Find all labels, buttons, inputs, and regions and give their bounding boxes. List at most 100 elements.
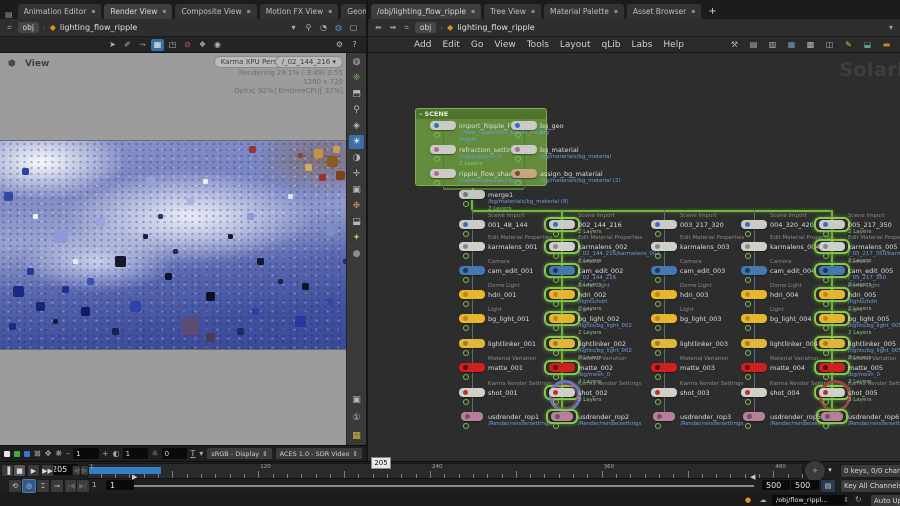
gamma-field[interactable]: 0 — [162, 448, 188, 459]
handles-tool-icon[interactable]: ✐ — [121, 39, 134, 51]
node-name-label[interactable]: usdrender_rop5 — [770, 413, 821, 421]
node-hdri_001[interactable] — [459, 290, 485, 299]
node-name-label[interactable]: shot_001 — [488, 389, 518, 397]
node-lightlinker_005[interactable] — [819, 339, 845, 348]
node-name-label[interactable]: bg_geo — [540, 122, 564, 130]
node-lightlinker_001[interactable] — [459, 339, 485, 348]
node-lightlinker_003[interactable] — [651, 339, 677, 348]
sim-cache-icon[interactable]: ⊸ — [50, 479, 64, 493]
node-name-label[interactable]: lightlinker_005 — [848, 340, 896, 348]
node-name-label[interactable]: matte_003 — [680, 364, 715, 372]
node-name-label[interactable]: hdri_005 — [848, 291, 876, 299]
network-pane-tab[interactable]: Tree View▪ — [484, 4, 541, 19]
menu-layout[interactable]: Layout — [560, 40, 591, 50]
node-hdri_002[interactable] — [549, 290, 575, 299]
pan-hand-icon[interactable]: ✥ — [45, 449, 52, 458]
node-name-label[interactable]: matte_001 — [488, 364, 523, 372]
lut-dropdown-arrow[interactable]: ▾ — [199, 449, 203, 458]
node-name-label[interactable]: cam_edit_004 — [770, 267, 815, 275]
layout-split-icon[interactable]: ▩ — [804, 39, 817, 51]
node-usdrender_rop1[interactable] — [461, 412, 483, 421]
node-name-label[interactable]: usdrender_rop2 — [578, 413, 629, 421]
node-name-label[interactable]: matte_005 — [848, 364, 883, 372]
play-end-button[interactable]: ▶▶ — [41, 464, 54, 477]
node-usdrender_rop2[interactable] — [551, 412, 573, 421]
node-name-label[interactable]: karmalens_005 — [848, 243, 897, 251]
tab-close-icon[interactable]: ▪ — [691, 8, 695, 15]
node-004_320_420[interactable] — [741, 220, 767, 229]
checker-background-icon[interactable]: ⊠ — [34, 449, 41, 458]
node-cam_edit_003[interactable] — [651, 266, 677, 275]
select-tool-icon[interactable]: ➤ — [106, 39, 119, 51]
node-usdrender_rop6[interactable] — [821, 412, 843, 421]
pin-view-icon[interactable]: ⚲ — [349, 103, 364, 117]
render-disable-icon[interactable]: ⊘ — [181, 39, 194, 51]
persp-view-icon[interactable]: ◍ — [349, 55, 364, 69]
node-refraction_setting[interactable] — [430, 145, 456, 154]
node-name-label[interactable]: cam_edit_001 — [488, 267, 533, 275]
left-pane-tab[interactable]: Animation Editor▪ — [18, 4, 102, 19]
node-name-label[interactable]: 004_320_420 — [770, 221, 814, 229]
colorspace-dropdown[interactable]: sRGB - Display⇕ — [207, 448, 271, 459]
contrast-field[interactable]: 1 — [123, 448, 149, 459]
network-pane-tab[interactable]: Asset Browser▪ — [627, 4, 701, 19]
color-correction-icon[interactable]: ❉ — [349, 199, 364, 213]
menu-view[interactable]: View — [494, 40, 515, 50]
node-name-label[interactable]: hdri_004 — [770, 291, 798, 299]
node-matte_004[interactable] — [741, 363, 767, 372]
image-view-icon[interactable]: ⬓ — [861, 39, 874, 51]
tab-close-icon[interactable]: ▪ — [162, 8, 166, 15]
parameters-icon[interactable]: ▥ — [766, 39, 779, 51]
path-root-chip[interactable]: obj — [415, 22, 436, 33]
range-slider-right-handle[interactable]: ◀ — [750, 473, 755, 481]
key-all-channels-button[interactable]: Key All Channels — [840, 479, 900, 493]
node-name-label[interactable]: hdri_003 — [680, 291, 708, 299]
snapshot-gear-icon[interactable]: ❋ — [55, 449, 62, 458]
node-name-label[interactable]: cam_edit_002 — [578, 267, 623, 275]
keys-summary-button[interactable]: 0 keys, 0/0 channels — [840, 464, 900, 478]
path-root-chip[interactable]: obj — [18, 22, 39, 33]
show-handles-icon[interactable]: ✛ — [349, 167, 364, 181]
node-ripple_flow_shader[interactable] — [430, 169, 456, 178]
snapshot-icon[interactable]: ❈ — [349, 71, 364, 85]
node-merge1[interactable] — [459, 190, 485, 199]
node-005_217_350[interactable] — [819, 220, 845, 229]
node-cam_edit_004[interactable] — [741, 266, 767, 275]
node-name-label[interactable]: shot_004 — [770, 389, 800, 397]
menu-qlib[interactable]: qLib — [602, 40, 621, 50]
node-name-label[interactable]: usdrender_rop1 — [488, 413, 539, 421]
current-node-name[interactable]: lighting_flow_ripple — [60, 23, 137, 32]
customize-tools-icon[interactable]: ⚒ — [728, 39, 741, 51]
left-pane-tab[interactable]: Motion FX View▪ — [260, 4, 339, 19]
audio-options-icon[interactable]: ⌶ — [36, 479, 50, 493]
help-icon[interactable]: ? — [348, 39, 361, 51]
lop-network-selector[interactable]: /obj/flow_rippl... — [772, 495, 846, 505]
node-lightlinker_004[interactable] — [741, 339, 767, 348]
node-matte_001[interactable] — [459, 363, 485, 372]
path-dropdown-icon[interactable]: ▾ — [287, 22, 300, 34]
node-002_144_216[interactable] — [549, 220, 575, 229]
lop-selector-spinner[interactable]: ⇕ — [843, 496, 849, 504]
render-region-icon[interactable]: ◉ — [211, 39, 224, 51]
node-name-label[interactable]: merge1 — [488, 191, 513, 199]
tab-close-icon[interactable]: ▪ — [328, 8, 332, 15]
node-name-label[interactable]: lightlinker_001 — [488, 340, 536, 348]
node-karmalens_002[interactable] — [549, 242, 575, 251]
node-name-label[interactable]: karmalens_002 — [578, 243, 627, 251]
floating-pane-icon[interactable]: ▢ — [347, 22, 360, 34]
menu-edit[interactable]: Edit — [442, 40, 459, 50]
memory-icon[interactable]: ☁ — [757, 495, 769, 505]
scoped-channels-icon[interactable]: ▤ — [820, 479, 836, 493]
mplay-flipbook-icon[interactable]: ❖ — [196, 39, 209, 51]
snapshot-frame-icon[interactable]: ▣ — [349, 393, 364, 407]
tab-close-icon[interactable]: ▪ — [614, 8, 618, 15]
node-cam_edit_005[interactable] — [819, 266, 845, 275]
forward-button[interactable]: ➡ — [388, 23, 399, 32]
gnomon-icon[interactable]: ◈ — [349, 119, 364, 133]
node-bg_light_001[interactable] — [459, 314, 485, 323]
node-matte_005[interactable] — [819, 363, 845, 372]
new-panel-icon[interactable]: ◫ — [823, 39, 836, 51]
node-name-label[interactable]: usdrender_rop3 — [680, 413, 731, 421]
left-pane-tab[interactable]: Render View▪ — [104, 4, 172, 19]
node-usdrender_rop3[interactable] — [653, 412, 675, 421]
